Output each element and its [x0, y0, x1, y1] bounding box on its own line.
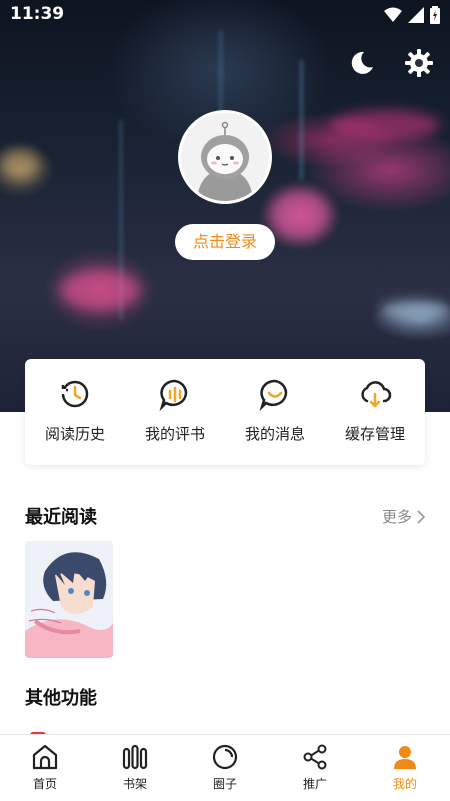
tab-bookshelf[interactable]: 书架	[90, 735, 180, 801]
status-time: 11:39	[10, 4, 65, 24]
comment-icon	[159, 379, 188, 411]
status-bar: 11:39	[0, 0, 450, 30]
tab-label: 我的	[392, 777, 417, 791]
more-label: 更多	[381, 508, 412, 526]
other-features-title: 其他功能	[25, 688, 97, 709]
profile-icon	[394, 746, 416, 769]
share-icon	[303, 744, 327, 770]
default-avatar-icon	[181, 113, 269, 201]
avatar[interactable]	[178, 110, 272, 204]
history-icon	[61, 380, 89, 408]
cloud-download-icon	[361, 381, 392, 408]
quick-actions-card: 阅读历史 我的评书 我的消息 缓存管理	[25, 359, 425, 465]
bottom-nav: 首页 书架 圈子 推广 我的	[0, 734, 450, 801]
tab-promote[interactable]: 推广	[270, 735, 360, 801]
bookshelf-icon	[122, 744, 148, 770]
tab-label: 书架	[122, 777, 147, 791]
tab-home[interactable]: 首页	[0, 735, 90, 801]
quick-action-label: 缓存管理	[344, 425, 405, 443]
login-button[interactable]: 点击登录	[175, 224, 275, 260]
quick-action-my-messages[interactable]: 我的消息	[225, 359, 325, 465]
more-link[interactable]: 更多	[382, 506, 426, 527]
recent-reading-title: 最近阅读	[25, 507, 97, 528]
signal-icon	[408, 7, 424, 23]
quick-action-my-comments[interactable]: 我的评书	[125, 359, 225, 465]
recent-book-cover[interactable]	[25, 541, 113, 658]
wifi-icon	[384, 7, 402, 22]
tab-label: 推广	[302, 777, 327, 791]
quick-action-label: 阅读历史	[44, 425, 105, 443]
moon-icon[interactable]	[346, 48, 376, 78]
tab-label: 首页	[32, 777, 57, 791]
tab-label: 圈子	[212, 777, 237, 791]
gear-icon[interactable]	[404, 48, 434, 78]
quick-action-label: 我的消息	[244, 425, 305, 443]
message-icon	[259, 379, 288, 411]
battery-icon	[430, 6, 440, 24]
tab-circle[interactable]: 圈子	[180, 735, 270, 801]
tab-mine[interactable]: 我的	[360, 735, 450, 801]
quick-action-reading-history[interactable]: 阅读历史	[25, 359, 125, 465]
circle-icon	[212, 744, 238, 770]
quick-action-cache-management[interactable]: 缓存管理	[325, 359, 425, 465]
book-cover-illustration	[25, 541, 113, 658]
quick-action-label: 我的评书	[144, 425, 205, 443]
home-icon	[32, 744, 58, 770]
chevron-right-icon	[417, 509, 426, 524]
